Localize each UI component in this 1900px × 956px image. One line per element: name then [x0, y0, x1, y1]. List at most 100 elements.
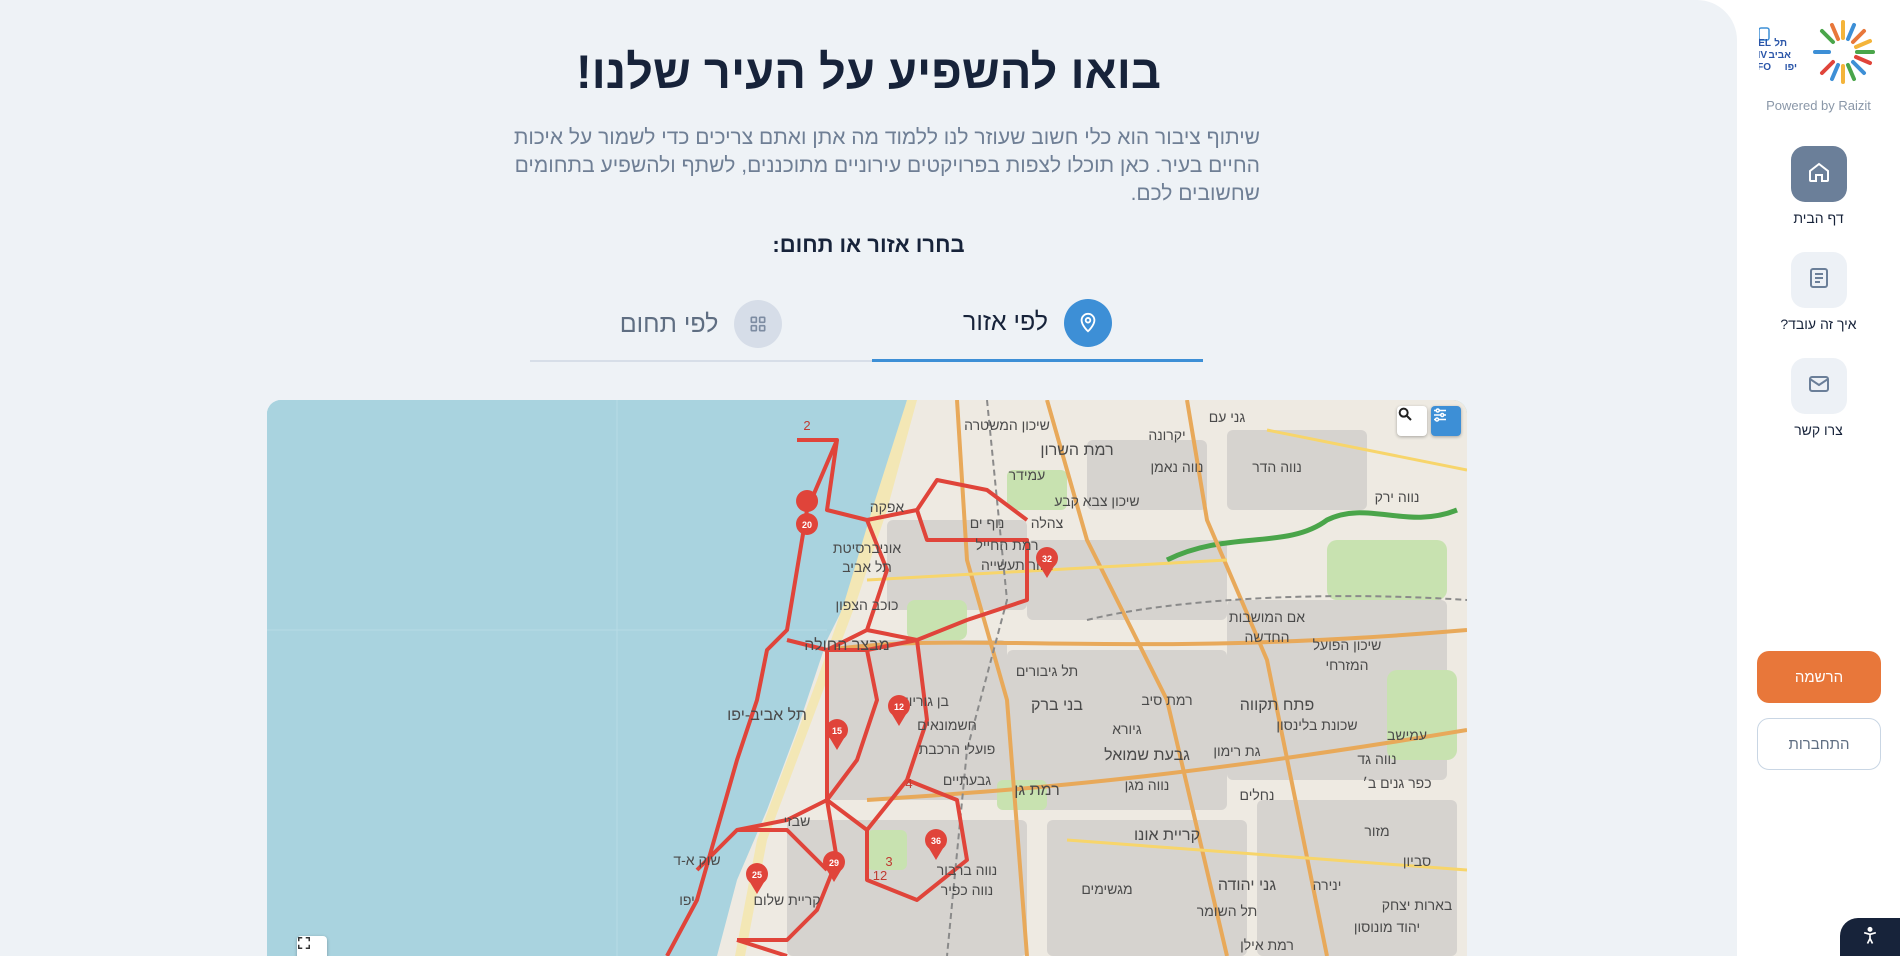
- map-place-label: נחלים: [1240, 787, 1275, 803]
- map-place-label: מזור: [1364, 823, 1389, 839]
- nav-item-home[interactable]: דף הבית: [1737, 146, 1900, 226]
- map-canvas[interactable]: 2 3 4 12 שיכון המשטרה גני עם רמת השרון ע…: [267, 400, 1467, 956]
- nav-home-button[interactable]: [1790, 146, 1847, 202]
- city-map[interactable]: 2 3 4 12 שיכון המשטרה גני עם רמת השרון ע…: [267, 400, 1467, 956]
- map-place-label: נוף ים: [970, 515, 1005, 531]
- map-place-label: שכונת בלינסון: [1276, 717, 1357, 733]
- map-search-button[interactable]: [1397, 406, 1427, 436]
- map-place-label: כפר גנים ב׳: [1362, 775, 1431, 791]
- map-place-label: שיכון הפועל: [1313, 637, 1382, 653]
- map-place-label: נווה ברבור: [937, 862, 997, 878]
- tel-aviv-logo[interactable]: TEL תל AVIV אביב YAFO יפו: [1744, 18, 1881, 88]
- map-place-label: קריית אונו: [1134, 827, 1200, 844]
- map-place-label: בן גוריון: [905, 693, 949, 709]
- map-place-label: המזרחי: [1326, 657, 1369, 673]
- map-place-label: צהלה: [1031, 515, 1064, 531]
- map-place-label: בארות יצחק: [1382, 897, 1453, 913]
- powered-by-text: Powered by Raizit: [1766, 98, 1871, 113]
- map-place-label: נווה גד: [1357, 751, 1396, 767]
- map-place-label: עמישב: [1387, 727, 1427, 743]
- map-place-label: תל אביב: [842, 559, 892, 575]
- logo-text: יפו: [1785, 62, 1797, 73]
- page-title: בואו להשפיע על העיר שלנו!: [576, 45, 1161, 98]
- tab-by-region-label: לפי אזור: [962, 308, 1049, 336]
- location-pin-icon: [1064, 298, 1113, 347]
- map-place-label: גני עם: [1209, 409, 1246, 425]
- map-place-label: אם המושבות: [1229, 609, 1305, 625]
- district-number: 12: [873, 868, 887, 883]
- map-place-label: עמידר: [1009, 467, 1046, 483]
- map-place-label: נווה ירק: [1375, 489, 1420, 505]
- accessibility-button[interactable]: [1840, 918, 1900, 956]
- map-fullscreen-button[interactable]: [297, 936, 327, 956]
- map-place-label: אוניברסיטת: [833, 540, 902, 556]
- grid-icon: [734, 300, 783, 348]
- accessibility-icon: [1860, 926, 1880, 951]
- map-place-label: נווה כפיר: [941, 882, 994, 898]
- logo-text: תל: [1774, 37, 1787, 49]
- svg-text:32: 32: [1042, 554, 1052, 564]
- svg-text:25: 25: [752, 870, 762, 880]
- map-place-label: נווה מגן: [1125, 777, 1170, 793]
- map-place-label: תל אביב-יפו: [727, 706, 807, 724]
- map-place-label: שבזי: [784, 813, 811, 829]
- map-place-label: תל השומר: [1197, 903, 1258, 919]
- svg-text:15: 15: [832, 726, 842, 736]
- map-place-label: נווה נאמן: [1151, 459, 1204, 475]
- intro-text: שיתוף ציבור הוא כלי חשוב שעוזר לנו ללמוד…: [513, 126, 1260, 205]
- map-place-label: גבעתיים: [943, 772, 991, 788]
- mail-icon: [1807, 372, 1831, 401]
- nav-how-button[interactable]: [1790, 252, 1847, 308]
- map-place-label: סביון: [1403, 853, 1431, 869]
- map-place-label: גת רימון: [1213, 743, 1260, 759]
- map-place-label: יפו: [679, 892, 695, 908]
- home-icon: [1807, 160, 1831, 189]
- map-filter-button[interactable]: [1431, 406, 1461, 436]
- nav-item-how-it-works[interactable]: איך זה עובד?: [1737, 252, 1900, 332]
- map-place-label: קריית שלום: [753, 892, 820, 908]
- logo-text: YAFO: [1759, 62, 1771, 73]
- login-button[interactable]: התחברות: [1757, 718, 1881, 770]
- district-number: 3: [885, 854, 892, 869]
- map-place-label: יהוד מונוסון: [1354, 919, 1420, 935]
- map-place-label: ינירה: [1313, 877, 1342, 893]
- map-place-label: שיכון צבא קבע: [1054, 493, 1139, 509]
- map-place-label: גבעת שמואל: [1104, 746, 1190, 764]
- choose-label: בחרו אזור או תחום:: [772, 232, 965, 257]
- svg-text:29: 29: [829, 858, 839, 868]
- svg-text:12: 12: [894, 702, 904, 712]
- map-place-label: נווה הדר: [1252, 459, 1302, 475]
- map-place-label: חשמונאים: [917, 717, 977, 733]
- map-place-label: גיורא: [1112, 721, 1142, 737]
- tab-by-topic-label: לפי תחום: [619, 309, 719, 338]
- map-place-label: רמת החייל: [975, 537, 1038, 553]
- tab-by-region[interactable]: לפי אזור: [872, 286, 1203, 362]
- map-place-label: פתח תקווה: [1240, 697, 1314, 714]
- nav-home-label: דף הבית: [1793, 210, 1844, 226]
- district-number: 4: [905, 776, 912, 791]
- nav-how-label: איך זה עובד?: [1780, 316, 1857, 332]
- map-place-label: מגשימים: [1081, 881, 1132, 897]
- map-place-label: רמת אילן: [1240, 937, 1294, 953]
- map-place-label: רמת סיב: [1141, 692, 1192, 708]
- main-panel: בואו להשפיע על העיר שלנו! שיתוף ציבור הו…: [0, 0, 1737, 956]
- svg-text:20: 20: [802, 520, 812, 530]
- document-icon: [1807, 266, 1831, 295]
- map-place-label: החדשה: [1245, 629, 1290, 645]
- map-place-label: אפקה: [870, 499, 905, 515]
- district-number: 2: [803, 418, 810, 433]
- map-place-label: פועלי הרכבת: [919, 741, 996, 757]
- map-place-label: רמת גן: [1014, 782, 1059, 799]
- nav-contact-label: צרו קשר: [1794, 422, 1843, 438]
- svg-text:36: 36: [931, 836, 941, 846]
- map-place-label: יקרונה: [1148, 427, 1185, 443]
- register-button[interactable]: הרשמה: [1757, 651, 1881, 703]
- map-place-label: כוכב הצפון: [836, 597, 899, 613]
- tab-by-topic[interactable]: לפי תחום: [530, 286, 872, 362]
- nav-contact-button[interactable]: [1790, 358, 1847, 414]
- logo-text: אביב: [1769, 50, 1792, 61]
- filter-tabs: לפי אזור לפי תחום: [530, 286, 1203, 362]
- logo-text: AVIV: [1759, 50, 1767, 61]
- sidebar: TEL תל AVIV אביב YAFO יפו Powered by Rai…: [1737, 0, 1900, 956]
- nav-item-contact[interactable]: צרו קשר: [1737, 358, 1900, 438]
